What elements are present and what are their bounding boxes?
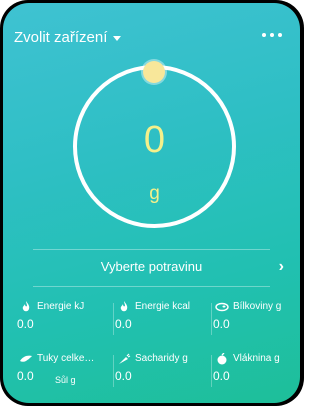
- divider: [33, 286, 270, 287]
- device-frame: Zvolit zařízení 0 g Vyberte potravinu › …: [0, 0, 304, 406]
- flame-icon: [120, 301, 128, 312]
- device-select-dropdown[interactable]: Zvolit zařízení: [14, 29, 122, 46]
- weight-unit: g: [149, 183, 160, 204]
- more-menu-icon[interactable]: [262, 33, 282, 37]
- nutrient-value: 0.0: [115, 369, 132, 383]
- weight-gauge: 0 g: [73, 61, 236, 228]
- nutrient-label: Bílkoviny g: [233, 301, 282, 312]
- nutrient-label: Vláknina g: [233, 353, 280, 364]
- gauge-knob[interactable]: [143, 61, 165, 83]
- nutrient-value: 0.0: [115, 317, 132, 331]
- nutrient-carbs: Sacharidy g 0.0: [115, 351, 211, 395]
- divider: [211, 303, 212, 335]
- nutrient-label: Tuky celke…: [37, 353, 95, 364]
- nutrient-fat: Tuky celke… 0.0: [17, 351, 113, 395]
- divider: [33, 249, 270, 250]
- nutrient-label: Energie kJ: [37, 301, 85, 312]
- nutrient-row: Energie kJ 0.0 Energie kcal 0.0 Bílkovin…: [17, 299, 299, 351]
- select-food-label: Vyberte potravinu: [100, 259, 203, 274]
- nutrient-value: 0.0: [213, 317, 230, 331]
- nutrient-label: Energie kcal: [135, 301, 191, 312]
- select-food-row[interactable]: Vyberte potravinu ›: [3, 253, 300, 281]
- nutrient-label: Sacharidy g: [135, 353, 188, 364]
- divider: [113, 303, 114, 335]
- nutrient-energy-kj: Energie kJ 0.0: [17, 299, 113, 343]
- nutrient-protein: Bílkoviny g 0.0: [213, 299, 300, 343]
- device-select-label: Zvolit zařízení: [14, 29, 108, 46]
- nutrient-value: 0.0: [17, 317, 34, 331]
- nutrient-value: 0.0: [213, 369, 230, 383]
- nutrient-energy-kcal: Energie kcal 0.0: [115, 299, 211, 343]
- nutrient-fiber: Vláknina g 0.0: [213, 351, 300, 395]
- steak-icon: [215, 302, 229, 312]
- fish-icon: [20, 355, 32, 362]
- scale-screen: Zvolit zařízení 0 g Vyberte potravinu › …: [3, 3, 300, 403]
- caret-down-icon: [113, 36, 122, 41]
- flame-icon: [22, 301, 30, 312]
- weight-value: 0: [143, 119, 166, 161]
- divider: [113, 355, 114, 387]
- divider: [211, 355, 212, 387]
- nutrient-grid: Energie kJ 0.0 Energie kcal 0.0 Bílkovin…: [17, 299, 299, 403]
- carrot-icon: [119, 353, 131, 364]
- chevron-right-icon: ›: [278, 258, 284, 275]
- nutrient-salt-label: Sůl g: [55, 375, 76, 385]
- apple-icon: [217, 353, 227, 365]
- nutrient-value: 0.0: [17, 369, 34, 383]
- top-bar: Zvolit zařízení: [3, 3, 300, 55]
